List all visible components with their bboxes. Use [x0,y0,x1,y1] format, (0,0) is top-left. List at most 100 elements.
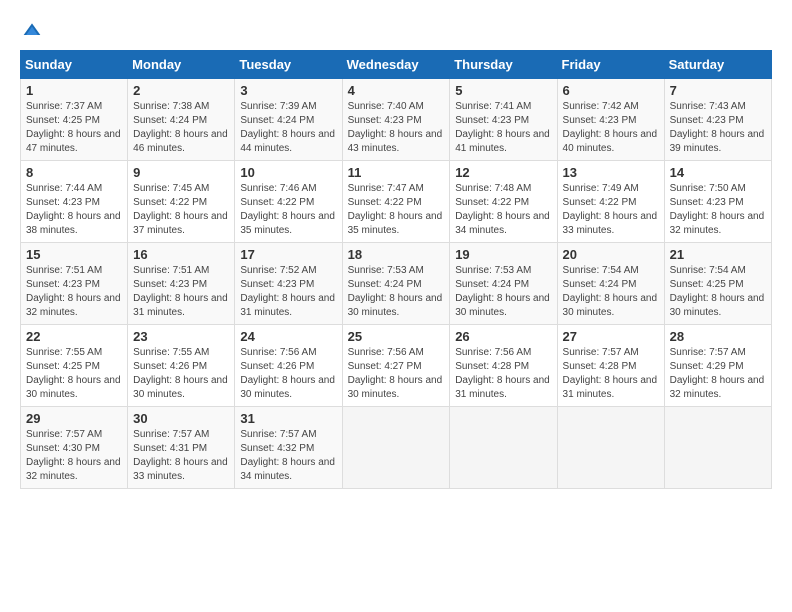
day-info: Sunrise: 7:56 AMSunset: 4:28 PMDaylight:… [455,347,550,400]
day-number: 4 [348,83,445,98]
day-info: Sunrise: 7:57 AMSunset: 4:28 PMDaylight:… [563,347,658,400]
header-sunday: Sunday [21,51,128,79]
calendar-cell: 9 Sunrise: 7:45 AMSunset: 4:22 PMDayligh… [128,161,235,243]
calendar-cell: 16 Sunrise: 7:51 AMSunset: 4:23 PMDaylig… [128,243,235,325]
day-info: Sunrise: 7:46 AMSunset: 4:22 PMDaylight:… [240,183,335,236]
calendar-cell: 18 Sunrise: 7:53 AMSunset: 4:24 PMDaylig… [342,243,450,325]
calendar: SundayMondayTuesdayWednesdayThursdayFrid… [20,50,772,489]
day-number: 17 [240,247,336,262]
calendar-cell: 8 Sunrise: 7:44 AMSunset: 4:23 PMDayligh… [21,161,128,243]
day-number: 18 [348,247,445,262]
calendar-cell: 3 Sunrise: 7:39 AMSunset: 4:24 PMDayligh… [235,79,342,161]
calendar-cell [450,407,557,489]
day-number: 1 [26,83,122,98]
day-info: Sunrise: 7:57 AMSunset: 4:30 PMDaylight:… [26,429,121,482]
header-monday: Monday [128,51,235,79]
header-friday: Friday [557,51,664,79]
calendar-cell: 1 Sunrise: 7:37 AMSunset: 4:25 PMDayligh… [21,79,128,161]
calendar-cell: 29 Sunrise: 7:57 AMSunset: 4:30 PMDaylig… [21,407,128,489]
calendar-cell: 2 Sunrise: 7:38 AMSunset: 4:24 PMDayligh… [128,79,235,161]
calendar-cell: 14 Sunrise: 7:50 AMSunset: 4:23 PMDaylig… [664,161,771,243]
day-info: Sunrise: 7:43 AMSunset: 4:23 PMDaylight:… [670,101,765,154]
calendar-week-4: 22 Sunrise: 7:55 AMSunset: 4:25 PMDaylig… [21,325,772,407]
calendar-cell: 28 Sunrise: 7:57 AMSunset: 4:29 PMDaylig… [664,325,771,407]
calendar-week-5: 29 Sunrise: 7:57 AMSunset: 4:30 PMDaylig… [21,407,772,489]
calendar-cell: 13 Sunrise: 7:49 AMSunset: 4:22 PMDaylig… [557,161,664,243]
day-number: 2 [133,83,229,98]
day-info: Sunrise: 7:57 AMSunset: 4:32 PMDaylight:… [240,429,335,482]
day-number: 14 [670,165,766,180]
day-number: 9 [133,165,229,180]
day-info: Sunrise: 7:52 AMSunset: 4:23 PMDaylight:… [240,265,335,318]
day-number: 29 [26,411,122,426]
calendar-cell: 7 Sunrise: 7:43 AMSunset: 4:23 PMDayligh… [664,79,771,161]
day-number: 30 [133,411,229,426]
day-info: Sunrise: 7:53 AMSunset: 4:24 PMDaylight:… [455,265,550,318]
calendar-cell: 15 Sunrise: 7:51 AMSunset: 4:23 PMDaylig… [21,243,128,325]
day-number: 11 [348,165,445,180]
day-number: 8 [26,165,122,180]
calendar-cell: 24 Sunrise: 7:56 AMSunset: 4:26 PMDaylig… [235,325,342,407]
calendar-cell: 31 Sunrise: 7:57 AMSunset: 4:32 PMDaylig… [235,407,342,489]
calendar-cell [557,407,664,489]
day-info: Sunrise: 7:49 AMSunset: 4:22 PMDaylight:… [563,183,658,236]
calendar-cell: 19 Sunrise: 7:53 AMSunset: 4:24 PMDaylig… [450,243,557,325]
day-number: 12 [455,165,551,180]
calendar-week-3: 15 Sunrise: 7:51 AMSunset: 4:23 PMDaylig… [21,243,772,325]
day-info: Sunrise: 7:47 AMSunset: 4:22 PMDaylight:… [348,183,443,236]
logo [20,20,42,40]
day-info: Sunrise: 7:37 AMSunset: 4:25 PMDaylight:… [26,101,121,154]
day-info: Sunrise: 7:51 AMSunset: 4:23 PMDaylight:… [133,265,228,318]
calendar-cell: 12 Sunrise: 7:48 AMSunset: 4:22 PMDaylig… [450,161,557,243]
day-number: 24 [240,329,336,344]
day-info: Sunrise: 7:41 AMSunset: 4:23 PMDaylight:… [455,101,550,154]
day-number: 3 [240,83,336,98]
calendar-cell: 22 Sunrise: 7:55 AMSunset: 4:25 PMDaylig… [21,325,128,407]
header-saturday: Saturday [664,51,771,79]
day-info: Sunrise: 7:55 AMSunset: 4:26 PMDaylight:… [133,347,228,400]
day-number: 5 [455,83,551,98]
day-info: Sunrise: 7:54 AMSunset: 4:24 PMDaylight:… [563,265,658,318]
day-number: 31 [240,411,336,426]
calendar-cell: 10 Sunrise: 7:46 AMSunset: 4:22 PMDaylig… [235,161,342,243]
calendar-cell: 27 Sunrise: 7:57 AMSunset: 4:28 PMDaylig… [557,325,664,407]
header-thursday: Thursday [450,51,557,79]
day-info: Sunrise: 7:45 AMSunset: 4:22 PMDaylight:… [133,183,228,236]
header-tuesday: Tuesday [235,51,342,79]
calendar-cell: 17 Sunrise: 7:52 AMSunset: 4:23 PMDaylig… [235,243,342,325]
day-info: Sunrise: 7:39 AMSunset: 4:24 PMDaylight:… [240,101,335,154]
calendar-cell: 21 Sunrise: 7:54 AMSunset: 4:25 PMDaylig… [664,243,771,325]
day-info: Sunrise: 7:50 AMSunset: 4:23 PMDaylight:… [670,183,765,236]
page-header [20,20,772,40]
calendar-cell [664,407,771,489]
day-info: Sunrise: 7:56 AMSunset: 4:27 PMDaylight:… [348,347,443,400]
calendar-cell: 23 Sunrise: 7:55 AMSunset: 4:26 PMDaylig… [128,325,235,407]
day-number: 19 [455,247,551,262]
calendar-cell: 11 Sunrise: 7:47 AMSunset: 4:22 PMDaylig… [342,161,450,243]
day-number: 15 [26,247,122,262]
day-number: 23 [133,329,229,344]
day-info: Sunrise: 7:42 AMSunset: 4:23 PMDaylight:… [563,101,658,154]
day-info: Sunrise: 7:40 AMSunset: 4:23 PMDaylight:… [348,101,443,154]
day-info: Sunrise: 7:57 AMSunset: 4:29 PMDaylight:… [670,347,765,400]
calendar-cell: 30 Sunrise: 7:57 AMSunset: 4:31 PMDaylig… [128,407,235,489]
calendar-week-1: 1 Sunrise: 7:37 AMSunset: 4:25 PMDayligh… [21,79,772,161]
day-number: 21 [670,247,766,262]
day-info: Sunrise: 7:56 AMSunset: 4:26 PMDaylight:… [240,347,335,400]
calendar-header-row: SundayMondayTuesdayWednesdayThursdayFrid… [21,51,772,79]
calendar-cell: 5 Sunrise: 7:41 AMSunset: 4:23 PMDayligh… [450,79,557,161]
day-number: 6 [563,83,659,98]
day-info: Sunrise: 7:48 AMSunset: 4:22 PMDaylight:… [455,183,550,236]
day-number: 13 [563,165,659,180]
calendar-week-2: 8 Sunrise: 7:44 AMSunset: 4:23 PMDayligh… [21,161,772,243]
day-info: Sunrise: 7:57 AMSunset: 4:31 PMDaylight:… [133,429,228,482]
day-number: 26 [455,329,551,344]
header-wednesday: Wednesday [342,51,450,79]
day-info: Sunrise: 7:55 AMSunset: 4:25 PMDaylight:… [26,347,121,400]
day-info: Sunrise: 7:51 AMSunset: 4:23 PMDaylight:… [26,265,121,318]
day-number: 7 [670,83,766,98]
calendar-cell: 20 Sunrise: 7:54 AMSunset: 4:24 PMDaylig… [557,243,664,325]
logo-icon [22,20,42,40]
day-number: 28 [670,329,766,344]
calendar-cell: 25 Sunrise: 7:56 AMSunset: 4:27 PMDaylig… [342,325,450,407]
